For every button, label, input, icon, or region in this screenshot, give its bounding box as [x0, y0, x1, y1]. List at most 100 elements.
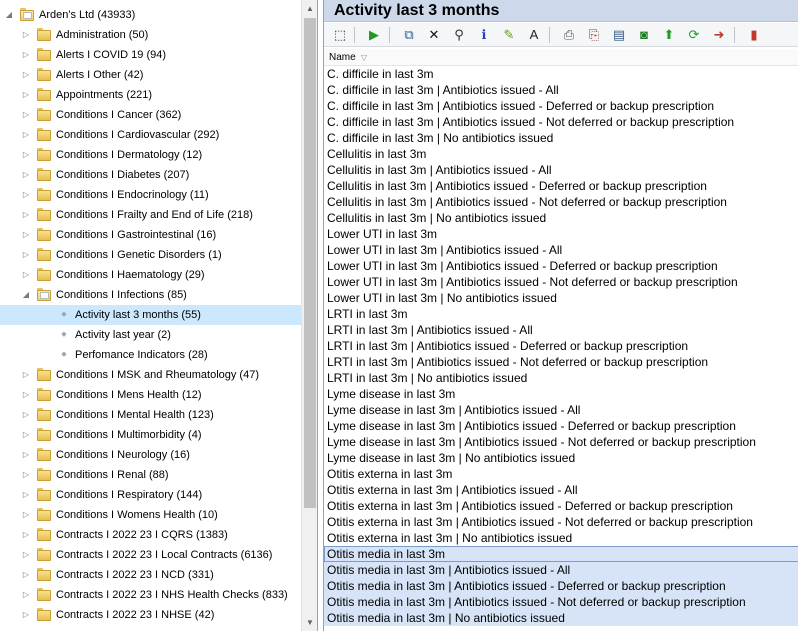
expand-triangle-icon[interactable]: ▷: [21, 125, 31, 145]
expand-triangle-icon[interactable]: ▷: [21, 505, 31, 525]
select-icon[interactable]: ⬚: [330, 25, 350, 45]
tree-folder-item[interactable]: ▷ Alerts I COVID 19 (94): [0, 45, 301, 65]
list-item[interactable]: C. difficile in last 3m | No antibiotics…: [324, 130, 798, 146]
list-item[interactable]: C. difficile in last 3m | Antibiotics is…: [324, 98, 798, 114]
tree-folder-item[interactable]: ▷ Conditions I Dermatology (12): [0, 145, 301, 165]
data-icon[interactable]: ◙: [634, 25, 654, 45]
tree-folder-item[interactable]: ▷ Administration (50): [0, 25, 301, 45]
column-header-name[interactable]: Name ▽: [324, 49, 798, 66]
expand-triangle-icon[interactable]: ▷: [21, 605, 31, 625]
export-icon[interactable]: ▤: [609, 25, 629, 45]
tree-folder-item[interactable]: ▷ Conditions I Cardiovascular (292): [0, 125, 301, 145]
tree-root[interactable]: ◢ Arden's Ltd (43933): [0, 5, 301, 25]
list-item[interactable]: Otitis externa in last 3m | Antibiotics …: [324, 482, 798, 498]
tree-folder-item[interactable]: ▷ Conditions I Respiratory (144): [0, 485, 301, 505]
list-item[interactable]: Otitis media in last 3m | Antibiotics is…: [324, 578, 798, 594]
expand-triangle-icon[interactable]: ▷: [21, 245, 31, 265]
tree-folder-item[interactable]: ▷ Contracts I 2022 23 I CQRS (1383): [0, 525, 301, 545]
expand-triangle-icon[interactable]: ▷: [21, 365, 31, 385]
list-item[interactable]: Lyme disease in last 3m | Antibiotics is…: [324, 418, 798, 434]
list-item[interactable]: Otitis media in last 3m | Antibiotics is…: [324, 562, 798, 578]
list-item[interactable]: Lower UTI in last 3m | Antibiotics issue…: [324, 258, 798, 274]
list-item[interactable]: Lyme disease in last 3m: [324, 386, 798, 402]
list-item[interactable]: Lower UTI in last 3m | Antibiotics issue…: [324, 274, 798, 290]
expand-triangle-icon[interactable]: ▷: [21, 65, 31, 85]
info-icon[interactable]: ℹ: [474, 25, 494, 45]
list-item[interactable]: Otitis externa in last 3m | No antibioti…: [324, 530, 798, 546]
list-item[interactable]: LRTI in last 3m | Antibiotics issued - A…: [324, 322, 798, 338]
tree-leaf-item[interactable]: ◆ Perfomance Indicators (28): [0, 345, 301, 365]
list-item[interactable]: Lyme disease in last 3m | Antibiotics is…: [324, 402, 798, 418]
run-icon[interactable]: ▶: [364, 25, 384, 45]
forward-icon[interactable]: ➜: [709, 25, 729, 45]
tree-folder-item[interactable]: ▷ Contracts I 2022 23 I Local Contracts (…: [0, 545, 301, 565]
list-item[interactable]: Otitis externa in last 3m | Antibiotics …: [324, 498, 798, 514]
tree-folder-item[interactable]: ▷ Conditions I MSK and Rheumatology (47): [0, 365, 301, 385]
scroll-down-arrow-icon[interactable]: ▼: [302, 614, 317, 631]
list-item[interactable]: Lower UTI in last 3m: [324, 226, 798, 242]
tree-folder-item[interactable]: ▷ Contracts I 2022 23 I NHS Health Checks…: [0, 585, 301, 605]
expand-triangle-icon[interactable]: ▷: [21, 225, 31, 245]
tree-folder-item[interactable]: ▷ Conditions I Cancer (362): [0, 105, 301, 125]
tree-leaf-item[interactable]: ◆ Activity last year (2): [0, 325, 301, 345]
tree-folder-item[interactable]: ▷ Conditions I Womens Health (10): [0, 505, 301, 525]
edit-icon[interactable]: ✎: [499, 25, 519, 45]
move-up-icon[interactable]: ⬆: [659, 25, 679, 45]
expand-triangle-icon[interactable]: ▷: [21, 525, 31, 545]
list-item[interactable]: Cellulitis in last 3m | Antibiotics issu…: [324, 194, 798, 210]
tree-folder-item[interactable]: ▷ Conditions I Endocrinology (11): [0, 185, 301, 205]
print-icon[interactable]: ⎙: [559, 25, 579, 45]
expand-triangle-icon[interactable]: ▷: [21, 45, 31, 65]
collapse-triangle-icon[interactable]: ◢: [21, 285, 31, 305]
list-item[interactable]: LRTI in last 3m | Antibiotics issued - N…: [324, 354, 798, 370]
scroll-thumb[interactable]: [304, 18, 316, 508]
list-item[interactable]: Otitis externa in last 3m | Antibiotics …: [324, 514, 798, 530]
tree-folder-item[interactable]: ▷ Conditions I Frailty and End of Life (2…: [0, 205, 301, 225]
expand-triangle-icon[interactable]: ▷: [21, 205, 31, 225]
expand-triangle-icon[interactable]: ▷: [21, 265, 31, 285]
list-item[interactable]: Otitis externa in last 3m: [324, 466, 798, 482]
font-icon[interactable]: A: [524, 25, 544, 45]
expand-triangle-icon[interactable]: ▷: [21, 405, 31, 425]
expand-triangle-icon[interactable]: ▷: [21, 585, 31, 605]
expand-triangle-icon[interactable]: ▷: [21, 185, 31, 205]
list-item[interactable]: Otitis media in last 3m | Antibiotics is…: [324, 594, 798, 610]
list-item[interactable]: Otitis media in last 3m | No antibiotics…: [324, 610, 798, 626]
list-item[interactable]: C. difficile in last 3m: [324, 66, 798, 82]
print-preview-icon[interactable]: ⎘: [584, 25, 604, 45]
list-item[interactable]: Lower UTI in last 3m | No antibiotics is…: [324, 290, 798, 306]
list-item[interactable]: Lower UTI in last 3m | Antibiotics issue…: [324, 242, 798, 258]
list-item[interactable]: Cellulitis in last 3m | Antibiotics issu…: [324, 178, 798, 194]
tree-folder-item[interactable]: ▷ Contracts I 2022 23 I NHSE (42): [0, 605, 301, 625]
tree-leaf-item[interactable]: ◆ Activity last 3 months (55): [0, 305, 301, 325]
list-item[interactable]: Cellulitis in last 3m | Antibiotics issu…: [324, 162, 798, 178]
list-item[interactable]: LRTI in last 3m: [324, 306, 798, 322]
list-item[interactable]: C. difficile in last 3m | Antibiotics is…: [324, 82, 798, 98]
tree-folder-item[interactable]: ▷ Conditions I Neurology (16): [0, 445, 301, 465]
expand-triangle-icon[interactable]: ▷: [21, 545, 31, 565]
tree-folder-item[interactable]: ▷ Alerts I Other (42): [0, 65, 301, 85]
tree-folder-item[interactable]: ▷ Conditions I Mens Health (12): [0, 385, 301, 405]
list-item[interactable]: Cellulitis in last 3m | No antibiotics i…: [324, 210, 798, 226]
tree-scrollbar[interactable]: ▲ ▼: [301, 0, 317, 631]
expand-triangle-icon[interactable]: ▷: [21, 165, 31, 185]
tree-folder-item[interactable]: ▷ Conditions I Multimorbidity (4): [0, 425, 301, 445]
tree-folder-item[interactable]: ▷ Contracts I 2022 23 I NCD (331): [0, 565, 301, 585]
tree-folder-item[interactable]: ◢ Conditions I Infections (85): [0, 285, 301, 305]
tree-folder-item[interactable]: ▷ Conditions I Diabetes (207): [0, 165, 301, 185]
delete-icon[interactable]: ✕: [424, 25, 444, 45]
expand-triangle-icon[interactable]: ▷: [21, 465, 31, 485]
tree-folder-item[interactable]: ▷ Conditions I Genetic Disorders (1): [0, 245, 301, 265]
expand-triangle-icon[interactable]: ▷: [21, 85, 31, 105]
copy-report-icon[interactable]: ⧉: [399, 25, 419, 45]
search-icon[interactable]: ⚲: [449, 25, 469, 45]
list-item[interactable]: C. difficile in last 3m | Antibiotics is…: [324, 114, 798, 130]
tree-folder-item[interactable]: ▷ Conditions I Mental Health (123): [0, 405, 301, 425]
expand-triangle-icon[interactable]: ▷: [21, 105, 31, 125]
expand-triangle-icon[interactable]: ▷: [21, 425, 31, 445]
filter-funnel-icon[interactable]: ▽: [361, 51, 367, 64]
list-item[interactable]: Otitis media in last 3m: [324, 546, 798, 562]
refresh-icon[interactable]: ⟳: [684, 25, 704, 45]
expand-triangle-icon[interactable]: ▷: [21, 485, 31, 505]
tree-folder-item[interactable]: ▷ Conditions I Haematology (29): [0, 265, 301, 285]
